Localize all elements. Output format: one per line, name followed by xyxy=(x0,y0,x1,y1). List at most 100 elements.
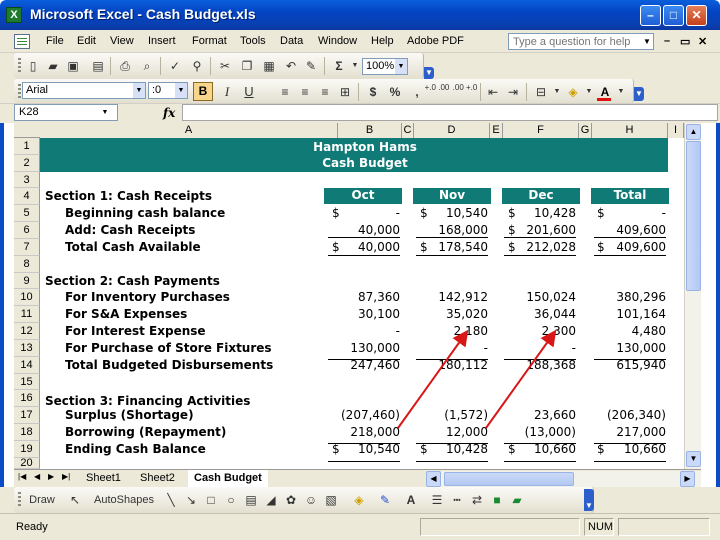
menu-view[interactable]: View xyxy=(110,35,134,47)
toolbar-options-chevron[interactable]: ▼ xyxy=(424,67,434,79)
arrow-icon[interactable]: ↘ xyxy=(182,491,200,509)
scroll-down-arrow[interactable]: ▼ xyxy=(686,451,701,467)
maximize-button[interactable]: □ xyxy=(663,5,684,26)
paste-icon[interactable]: ▦ xyxy=(260,57,278,75)
toolbar-options-chevron[interactable]: ▼ xyxy=(584,489,594,511)
diagram-icon[interactable]: ✿ xyxy=(282,491,300,509)
toolbar-grip[interactable] xyxy=(18,492,21,508)
wordart-icon[interactable]: ◢ xyxy=(262,491,280,509)
font-size-select[interactable]: :0 ▼ xyxy=(148,82,188,99)
draw-fill-color-icon[interactable]: ◈ xyxy=(350,491,368,509)
increase-decimal-button[interactable]: +.0 .00 xyxy=(424,83,450,101)
vertical-scrollbar[interactable]: ▲ ▼ xyxy=(684,123,701,469)
excel-icon[interactable]: X xyxy=(6,7,22,23)
horizontal-scrollbar[interactable]: ◀ ▶ xyxy=(426,471,701,487)
clipart-icon[interactable]: ☺ xyxy=(302,491,320,509)
workbook-minimize-button[interactable]: – xyxy=(664,35,670,47)
new-icon[interactable]: ▯ xyxy=(24,57,42,75)
center-icon[interactable]: ≡ xyxy=(296,83,314,101)
close-button[interactable]: ✕ xyxy=(686,5,707,26)
bold-button[interactable]: B xyxy=(193,82,213,101)
tab-cash-budget[interactable]: Cash Budget xyxy=(188,470,268,487)
underline-button[interactable]: U xyxy=(240,83,258,101)
copy-icon[interactable]: ❐ xyxy=(238,57,256,75)
research-icon[interactable]: ⚲ xyxy=(188,57,206,75)
help-dropdown-arrow[interactable]: ▼ xyxy=(641,34,653,49)
name-box-dropdown-arrow[interactable]: ▼ xyxy=(99,105,111,120)
zoom-dropdown-arrow[interactable]: ▼ xyxy=(395,59,407,74)
undo-icon[interactable]: ↶ xyxy=(282,57,300,75)
3d-style-icon[interactable]: ▰ xyxy=(508,491,526,509)
font-name-select[interactable]: Arial ▼ xyxy=(22,82,146,99)
decrease-indent-icon[interactable]: ⇤ xyxy=(484,83,502,101)
first-sheet-icon[interactable]: |◀ xyxy=(18,472,26,481)
decrease-decimal-button[interactable]: .00 +.0 xyxy=(452,83,478,101)
autoshapes-menu-button[interactable]: AutoShapes xyxy=(88,491,160,509)
prev-sheet-icon[interactable]: ◀ xyxy=(34,472,40,481)
spelling-icon[interactable]: ✓ xyxy=(166,57,184,75)
shadow-style-icon[interactable]: ■ xyxy=(488,491,506,509)
menu-insert[interactable]: Insert xyxy=(148,35,176,47)
open-icon[interactable]: ▰ xyxy=(44,57,62,75)
rectangle-icon[interactable]: □ xyxy=(202,491,220,509)
print-preview-icon[interactable]: ⌕ xyxy=(138,57,156,75)
help-question-input[interactable] xyxy=(508,33,654,50)
italic-button[interactable]: I xyxy=(218,83,236,101)
vertical-scroll-thumb[interactable] xyxy=(686,141,701,291)
textbox-icon[interactable]: ▤ xyxy=(242,491,260,509)
scroll-left-arrow[interactable]: ◀ xyxy=(426,471,441,487)
worksheet-grid[interactable]: A B C D E F G H I 1 2 3 4 5 6 7 8 9 10 11 12 13 14 15 1… xyxy=(14,123,684,469)
oval-icon[interactable]: ○ xyxy=(222,491,240,509)
line-style-icon[interactable]: ☰ xyxy=(428,491,446,509)
permission-icon[interactable]: ▤ xyxy=(89,57,107,75)
draw-font-color-icon[interactable]: A xyxy=(402,491,420,509)
workbook-restore-button[interactable]: ▭ xyxy=(680,35,690,48)
merge-center-icon[interactable]: ⊞ xyxy=(336,83,354,101)
font-color-dropdown-icon[interactable]: ▼ xyxy=(612,83,630,101)
font-size-dropdown-arrow[interactable]: ▼ xyxy=(175,83,187,98)
toolbar-grip[interactable] xyxy=(18,58,21,74)
scroll-up-arrow[interactable]: ▲ xyxy=(686,124,701,140)
align-right-icon[interactable]: ≡ xyxy=(316,83,334,101)
line-icon[interactable]: ╲ xyxy=(162,491,180,509)
dash-style-icon[interactable]: ┅ xyxy=(448,491,466,509)
minimize-button[interactable]: – xyxy=(640,5,661,26)
align-left-icon[interactable]: ≡ xyxy=(276,83,294,101)
menu-format[interactable]: Format xyxy=(192,35,227,47)
font-name-dropdown-arrow[interactable]: ▼ xyxy=(133,83,145,98)
select-objects-icon[interactable]: ↖ xyxy=(66,491,84,509)
toolbar-grip[interactable] xyxy=(18,84,21,100)
zoom-select[interactable]: 100% ▼ xyxy=(362,58,408,75)
cut-icon[interactable]: ✂ xyxy=(216,57,234,75)
tab-sheet1[interactable]: Sheet1 xyxy=(80,470,127,487)
increase-indent-icon[interactable]: ⇥ xyxy=(504,83,522,101)
next-sheet-icon[interactable]: ▶ xyxy=(48,472,54,481)
percent-style-button[interactable]: % xyxy=(386,83,404,101)
name-box-value: K28 xyxy=(19,106,39,118)
horizontal-scroll-thumb[interactable] xyxy=(444,472,574,486)
menu-adobe-pdf[interactable]: Adobe PDF xyxy=(407,35,464,47)
formula-input[interactable] xyxy=(182,104,718,121)
name-box[interactable]: K28 ▼ xyxy=(14,104,118,121)
toolbar-options-chevron[interactable]: ▼ xyxy=(634,87,644,101)
menu-tools[interactable]: Tools xyxy=(240,35,266,47)
workbook-icon[interactable] xyxy=(14,34,30,49)
menu-help[interactable]: Help xyxy=(371,35,394,47)
insert-function-icon[interactable]: fx xyxy=(163,106,175,120)
workbook-close-button[interactable]: ✕ xyxy=(698,35,707,48)
format-painter-icon[interactable]: ✎ xyxy=(302,57,320,75)
picture-icon[interactable]: ▧ xyxy=(322,491,340,509)
arrow-style-icon[interactable]: ⇄ xyxy=(468,491,486,509)
menu-file[interactable]: File xyxy=(46,35,64,47)
currency-style-button[interactable]: $ xyxy=(364,83,382,101)
tab-sheet2[interactable]: Sheet2 xyxy=(134,470,181,487)
print-icon[interactable]: ⎙ xyxy=(116,57,134,75)
draw-menu-button[interactable]: Draw xyxy=(22,491,62,509)
menu-window[interactable]: Window xyxy=(318,35,357,47)
save-icon[interactable]: ▣ xyxy=(64,57,82,75)
scroll-right-arrow[interactable]: ▶ xyxy=(680,471,695,487)
menu-data[interactable]: Data xyxy=(280,35,303,47)
line-color-icon[interactable]: ✎ xyxy=(376,491,394,509)
last-sheet-icon[interactable]: ▶| xyxy=(62,472,70,481)
menu-edit[interactable]: Edit xyxy=(77,35,96,47)
